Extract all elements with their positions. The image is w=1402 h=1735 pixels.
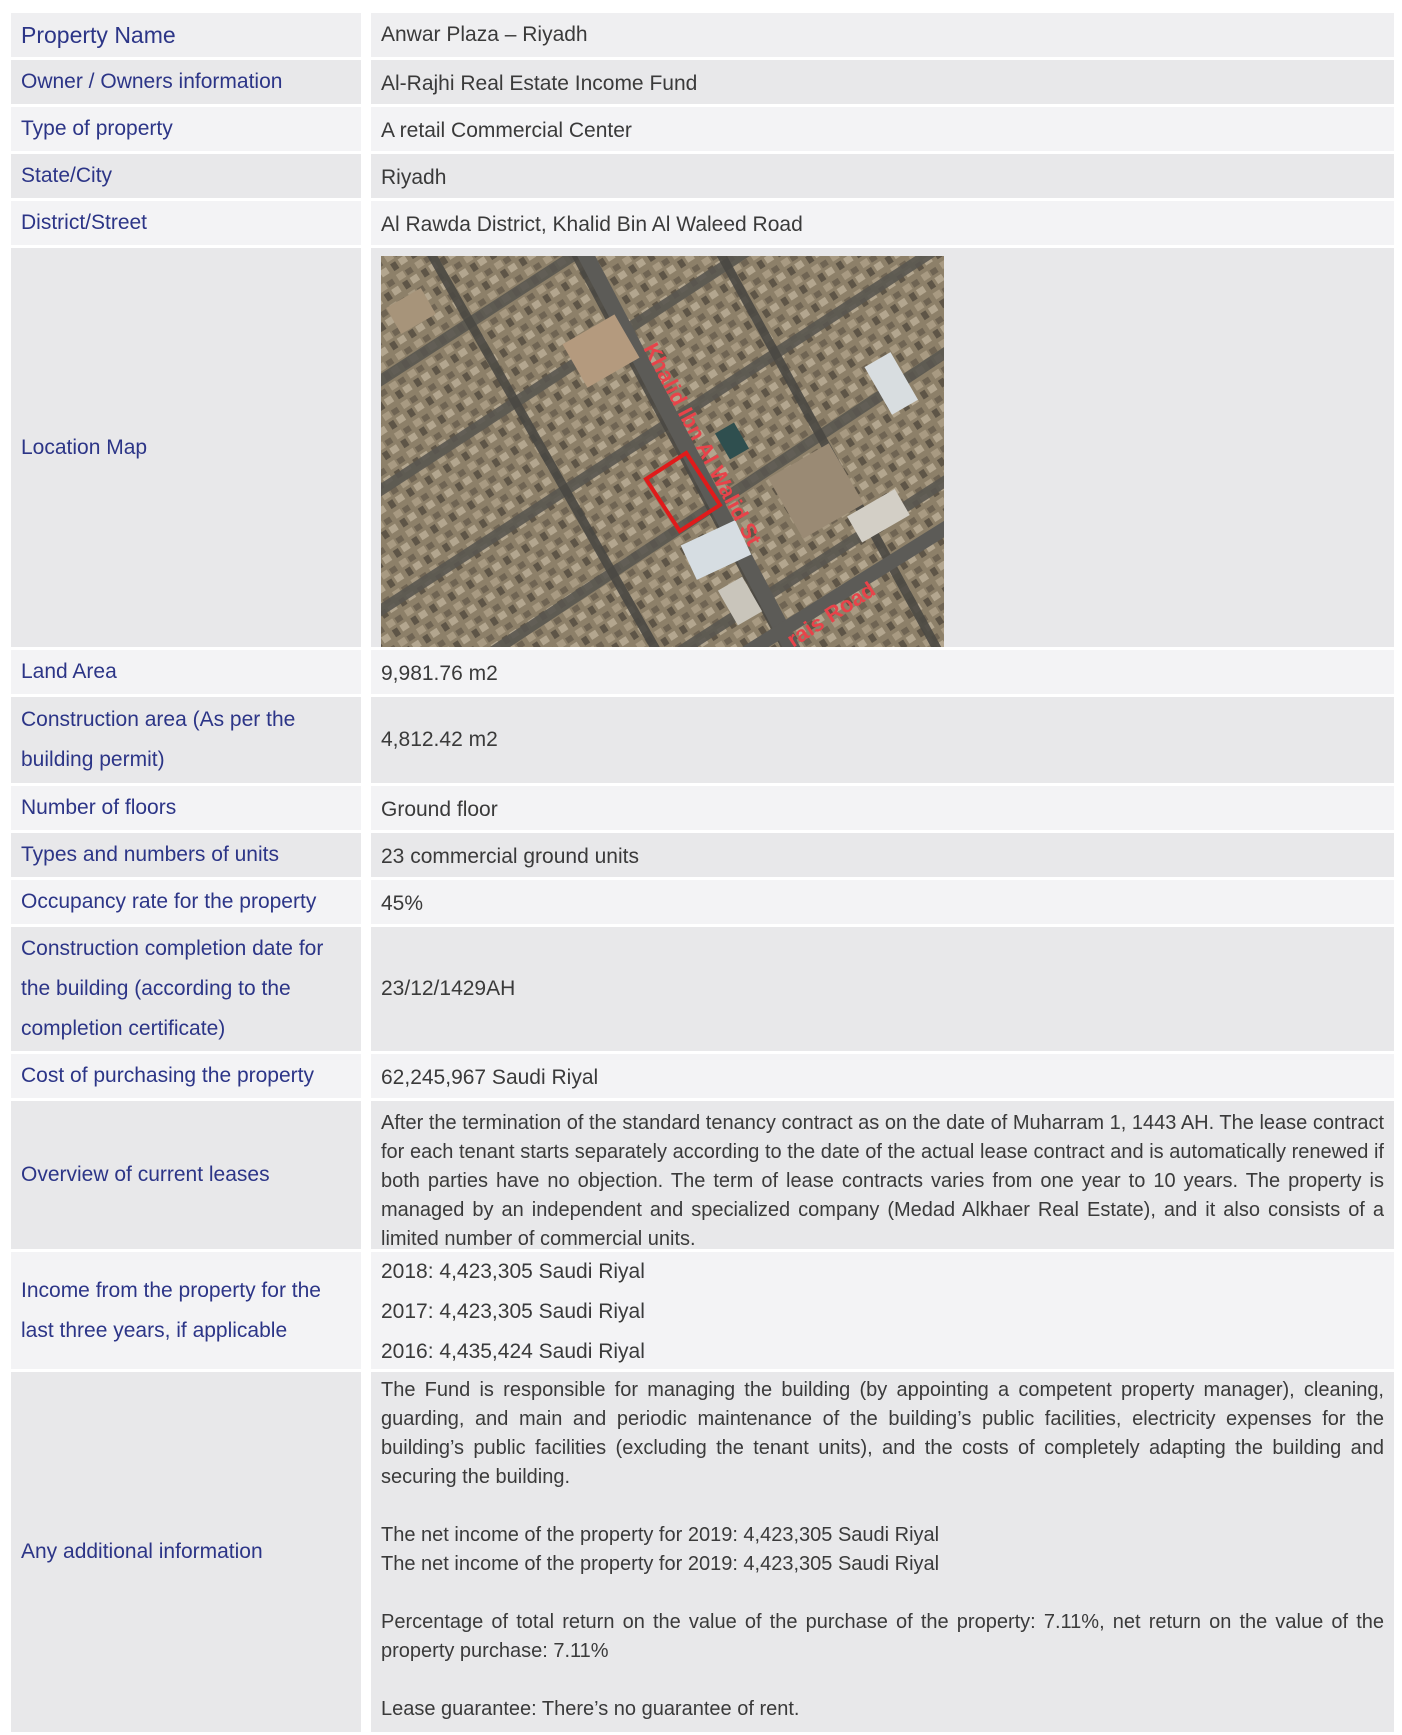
purchase-cost-label: Cost of purchasing the property [11, 1054, 361, 1098]
occupancy-label: Occupancy rate for the property [11, 880, 361, 924]
row-location-map: Location Map Khalid Ibn Al Walid St rais… [11, 248, 1394, 647]
owner-label: Owner / Owners information [11, 60, 361, 104]
row-property-name: Property Name Anwar Plaza – Riyadh [11, 13, 1394, 57]
additional-info-management: The Fund is responsible for managing the… [381, 1379, 1384, 1488]
row-construction-area: Construction area (As per the building p… [11, 697, 1394, 783]
property-name-label: Property Name [11, 13, 361, 57]
location-map-cell: Khalid Ibn Al Walid St rais Road [371, 248, 1394, 647]
row-purchase-cost: Cost of purchasing the property 62,245,9… [11, 1054, 1394, 1098]
floors-label: Number of floors [11, 786, 361, 830]
completion-date-label: Construction completion date for the bui… [11, 927, 361, 1051]
leases-label: Overview of current leases [11, 1101, 361, 1249]
construction-area-label: Construction area (As per the building p… [11, 697, 361, 783]
row-type: Type of property A retail Commercial Cen… [11, 107, 1394, 151]
row-floors: Number of floors Ground floor [11, 786, 1394, 830]
additional-info-return: Percentage of total return on the value … [381, 1611, 1384, 1662]
satellite-map-graphic: Khalid Ibn Al Walid St rais Road [381, 256, 944, 647]
leases-value: After the termination of the standard te… [371, 1101, 1394, 1250]
district-value: Al Rawda District, Khalid Bin Al Waleed … [371, 201, 1394, 245]
location-map-image: Khalid Ibn Al Walid St rais Road [381, 256, 944, 647]
city-value: Riyadh [371, 154, 1394, 198]
additional-info-label: Any additional information [11, 1372, 361, 1732]
type-label: Type of property [11, 107, 361, 151]
income-label: Income from the property for the last th… [11, 1252, 361, 1369]
income-line-2018: 2018: 4,423,305 Saudi Riyal [381, 1260, 645, 1283]
row-additional-info: Any additional information The Fund is r… [11, 1372, 1394, 1732]
row-district: District/Street Al Rawda District, Khali… [11, 201, 1394, 245]
income-line-2017: 2017: 4,423,305 Saudi Riyal [381, 1300, 645, 1323]
additional-info-lease-guarantee: Lease guarantee: There’s no guarantee of… [381, 1698, 800, 1720]
row-leases: Overview of current leases After the ter… [11, 1101, 1394, 1250]
land-area-value: 9,981.76 m2 [371, 650, 1394, 694]
district-label: District/Street [11, 201, 361, 245]
row-occupancy: Occupancy rate for the property 45% [11, 880, 1394, 924]
units-label: Types and numbers of units [11, 833, 361, 877]
construction-area-value: 4,812.42 m2 [371, 697, 1394, 783]
row-owner: Owner / Owners information Al-Rajhi Real… [11, 60, 1394, 104]
units-value: 23 commercial ground units [371, 833, 1394, 877]
row-city: State/City Riyadh [11, 154, 1394, 198]
property-info-table: Property Name Anwar Plaza – Riyadh Owner… [11, 13, 1394, 1735]
row-completion-date: Construction completion date for the bui… [11, 927, 1394, 1051]
land-area-label: Land Area [11, 650, 361, 694]
purchase-cost-value: 62,245,967 Saudi Riyal [371, 1054, 1394, 1098]
income-values: 2018: 4,423,305 Saudi Riyal 2017: 4,423,… [371, 1252, 1394, 1369]
property-name-value: Anwar Plaza – Riyadh [371, 13, 1394, 57]
owner-value: Al-Rajhi Real Estate Income Fund [371, 60, 1394, 104]
income-line-2016: 2016: 4,435,424 Saudi Riyal [381, 1340, 645, 1363]
floors-value: Ground floor [371, 786, 1394, 830]
additional-info-net-income-1: The net income of the property for 2019:… [381, 1524, 940, 1546]
additional-info-value: The Fund is responsible for managing the… [371, 1372, 1394, 1732]
completion-date-value: 23/12/1429AH [371, 927, 1394, 1051]
location-map-label: Location Map [11, 248, 361, 647]
row-units: Types and numbers of units 23 commercial… [11, 833, 1394, 877]
city-label: State/City [11, 154, 361, 198]
additional-info-net-income-2: The net income of the property for 2019:… [381, 1553, 940, 1575]
row-land-area: Land Area 9,981.76 m2 [11, 650, 1394, 694]
type-value: A retail Commercial Center [371, 107, 1394, 151]
row-income: Income from the property for the last th… [11, 1252, 1394, 1369]
occupancy-value: 45% [371, 880, 1394, 924]
